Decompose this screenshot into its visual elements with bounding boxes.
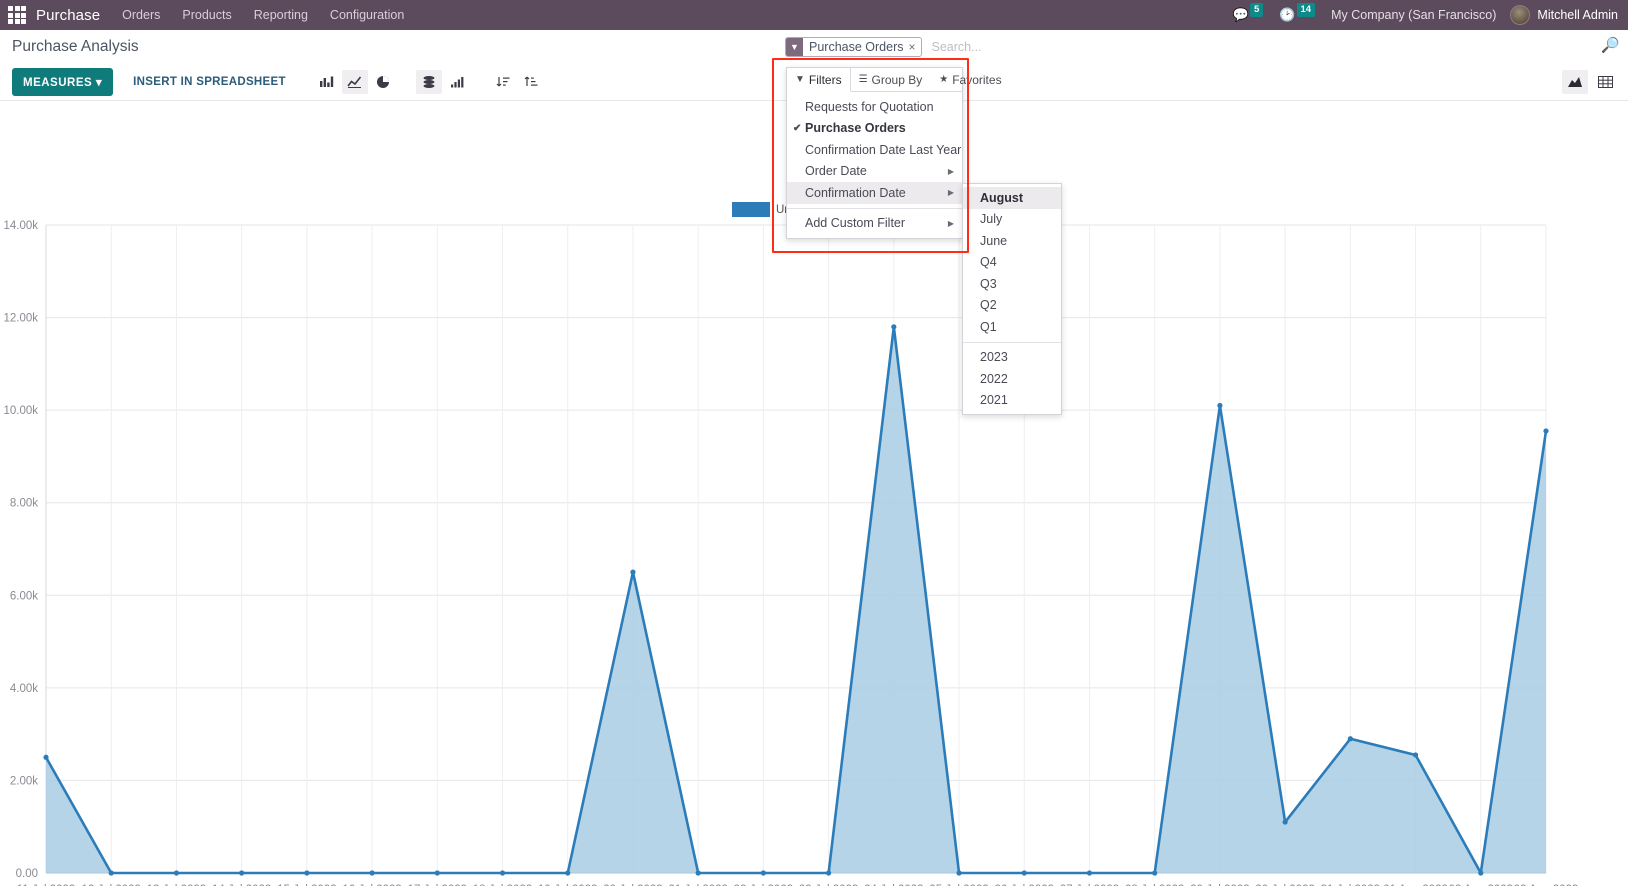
ascending-bars-icon[interactable] (444, 70, 470, 94)
filter-label: Requests for Quotation (805, 99, 934, 114)
submenu-item-q1[interactable]: Q1 (963, 316, 1061, 338)
list-view-icon[interactable] (1592, 70, 1618, 94)
filter-item-add-custom-filter[interactable]: Add Custom Filter ▶ (787, 213, 962, 235)
messages-count-badge: 5 (1250, 3, 1264, 17)
top-navbar: Purchase Orders Products Reporting Confi… (0, 0, 1628, 30)
tab-group-by-label: Group By (871, 72, 923, 87)
graph-view-icon[interactable] (1562, 70, 1588, 94)
activities-count-badge: 14 (1296, 3, 1316, 17)
submenu-item-2022[interactable]: 2022 (963, 368, 1061, 390)
submenu-item-q3[interactable]: Q3 (963, 273, 1061, 295)
svg-text:14.00k: 14.00k (3, 220, 38, 232)
nav-item-reporting[interactable]: Reporting (254, 8, 308, 22)
submenu-item-2023[interactable]: 2023 (963, 347, 1061, 369)
dropdown-tabs: ▼ Filters ☰ Group By ★ Favorites (787, 68, 1002, 92)
svg-text:10.00k: 10.00k (3, 405, 38, 417)
chat-bubble-icon: 💬 (1232, 7, 1250, 22)
submenu-item-july[interactable]: July (963, 209, 1061, 231)
tab-filters-label: Filters (808, 72, 842, 87)
submenu-item-q2[interactable]: Q2 (963, 295, 1061, 317)
user-avatar (1510, 5, 1531, 25)
company-switcher[interactable]: My Company (San Francisco) (1331, 8, 1496, 22)
sort-descending-icon[interactable] (490, 70, 516, 94)
messages-menu[interactable]: 💬 5 (1232, 3, 1265, 23)
svg-text:12.00k: 12.00k (3, 313, 38, 325)
user-menu[interactable]: Mitchell Admin (1510, 5, 1618, 25)
chevron-right-icon: ▶ (947, 218, 954, 228)
filter-item-confirmation-date-last-year[interactable]: Confirmation Date Last Year (787, 139, 962, 161)
close-icon[interactable]: × (907, 38, 920, 56)
view-switcher (1562, 70, 1618, 94)
app-brand-purchase[interactable]: Purchase (36, 7, 100, 24)
check-icon: ✔ (793, 122, 802, 134)
nav-item-configuration[interactable]: Configuration (330, 8, 404, 22)
legend-color-swatch (732, 202, 770, 217)
filter-label: Purchase Orders (805, 121, 906, 136)
pie-chart-icon[interactable] (370, 70, 396, 94)
search-input[interactable] (929, 39, 1475, 55)
search-dropdown-panel: ▼ Filters ☰ Group By ★ Favorites Request… (786, 67, 1002, 239)
svg-text:4.00k: 4.00k (10, 683, 38, 695)
svg-text:6.00k: 6.00k (10, 590, 38, 602)
filters-menu-list: Requests for Quotation ✔ Purchase Orders… (787, 92, 962, 238)
stacked-icon[interactable] (415, 70, 442, 94)
submenu-divider (963, 341, 1061, 343)
tab-favorites-label: Favorites (952, 72, 1002, 87)
filter-item-purchase-orders[interactable]: ✔ Purchase Orders (787, 118, 962, 140)
filter-item-requests-for-quotation[interactable]: Requests for Quotation (787, 96, 962, 118)
submenu-item-august[interactable]: August (963, 187, 1061, 209)
nav-item-products[interactable]: Products (182, 8, 231, 22)
filter-item-confirmation-date[interactable]: Confirmation Date ▶ (787, 182, 962, 204)
search-magnifier-icon[interactable]: 🔍 (1601, 36, 1620, 54)
svg-text:0.00: 0.00 (16, 868, 38, 880)
filter-label: Add Custom Filter (805, 216, 906, 231)
page-title: Purchase Analysis (12, 38, 139, 55)
bar-chart-icon[interactable] (314, 70, 340, 94)
layers-icon: ☰ (858, 74, 868, 85)
user-name-label: Mitchell Admin (1537, 8, 1618, 22)
filter-label: Confirmation Date (805, 185, 906, 200)
search-facet-label: Purchase Orders (809, 40, 904, 54)
menu-divider (787, 207, 962, 209)
filter-label: Confirmation Date Last Year (805, 142, 962, 157)
insert-in-spreadsheet-button[interactable]: INSERT IN SPREADSHEET (127, 75, 292, 89)
chevron-right-icon: ▶ (947, 188, 954, 198)
tab-filters[interactable]: ▼ Filters (787, 68, 851, 92)
control-panel-top-row: Purchase Analysis ▼ Purchase Orders × 🔍 (0, 30, 1628, 64)
sort-ascending-icon[interactable] (518, 70, 544, 94)
star-icon: ★ (939, 74, 949, 85)
filter-item-order-date[interactable]: Order Date ▶ (787, 161, 962, 183)
search-view[interactable]: ▼ Purchase Orders × (785, 35, 1475, 59)
filter-funnel-icon: ▼ (786, 38, 803, 56)
nav-item-orders[interactable]: Orders (122, 8, 160, 22)
clock-icon: 🕑 (1279, 7, 1296, 22)
tab-group-by[interactable]: ☰ Group By (851, 68, 932, 91)
confirmation-date-submenu: August July June Q4 Q3 Q2 Q1 2023 2022 2… (962, 183, 1062, 415)
submenu-item-june[interactable]: June (963, 230, 1061, 252)
measures-label: MEASURES (23, 77, 93, 89)
measures-button[interactable]: MEASURES ▾ (12, 68, 114, 96)
filter-label: Order Date (805, 164, 867, 179)
svg-text:8.00k: 8.00k (10, 498, 38, 510)
line-chart-icon[interactable] (341, 70, 368, 94)
filter-funnel-icon: ▼ (795, 74, 805, 85)
svg-text:2.00k: 2.00k (10, 775, 38, 787)
chevron-down-icon: ▾ (95, 77, 103, 89)
submenu-item-2021[interactable]: 2021 (963, 390, 1061, 412)
chevron-right-icon: ▶ (947, 166, 954, 176)
chart-type-buttons (314, 70, 544, 94)
activities-menu[interactable]: 🕑 14 (1279, 3, 1317, 23)
tab-favorites[interactable]: ★ Favorites (931, 68, 1010, 91)
apps-grid-icon[interactable] (8, 6, 26, 24)
search-facet-purchase-orders[interactable]: ▼ Purchase Orders × (785, 37, 922, 57)
submenu-item-q4[interactable]: Q4 (963, 252, 1061, 274)
